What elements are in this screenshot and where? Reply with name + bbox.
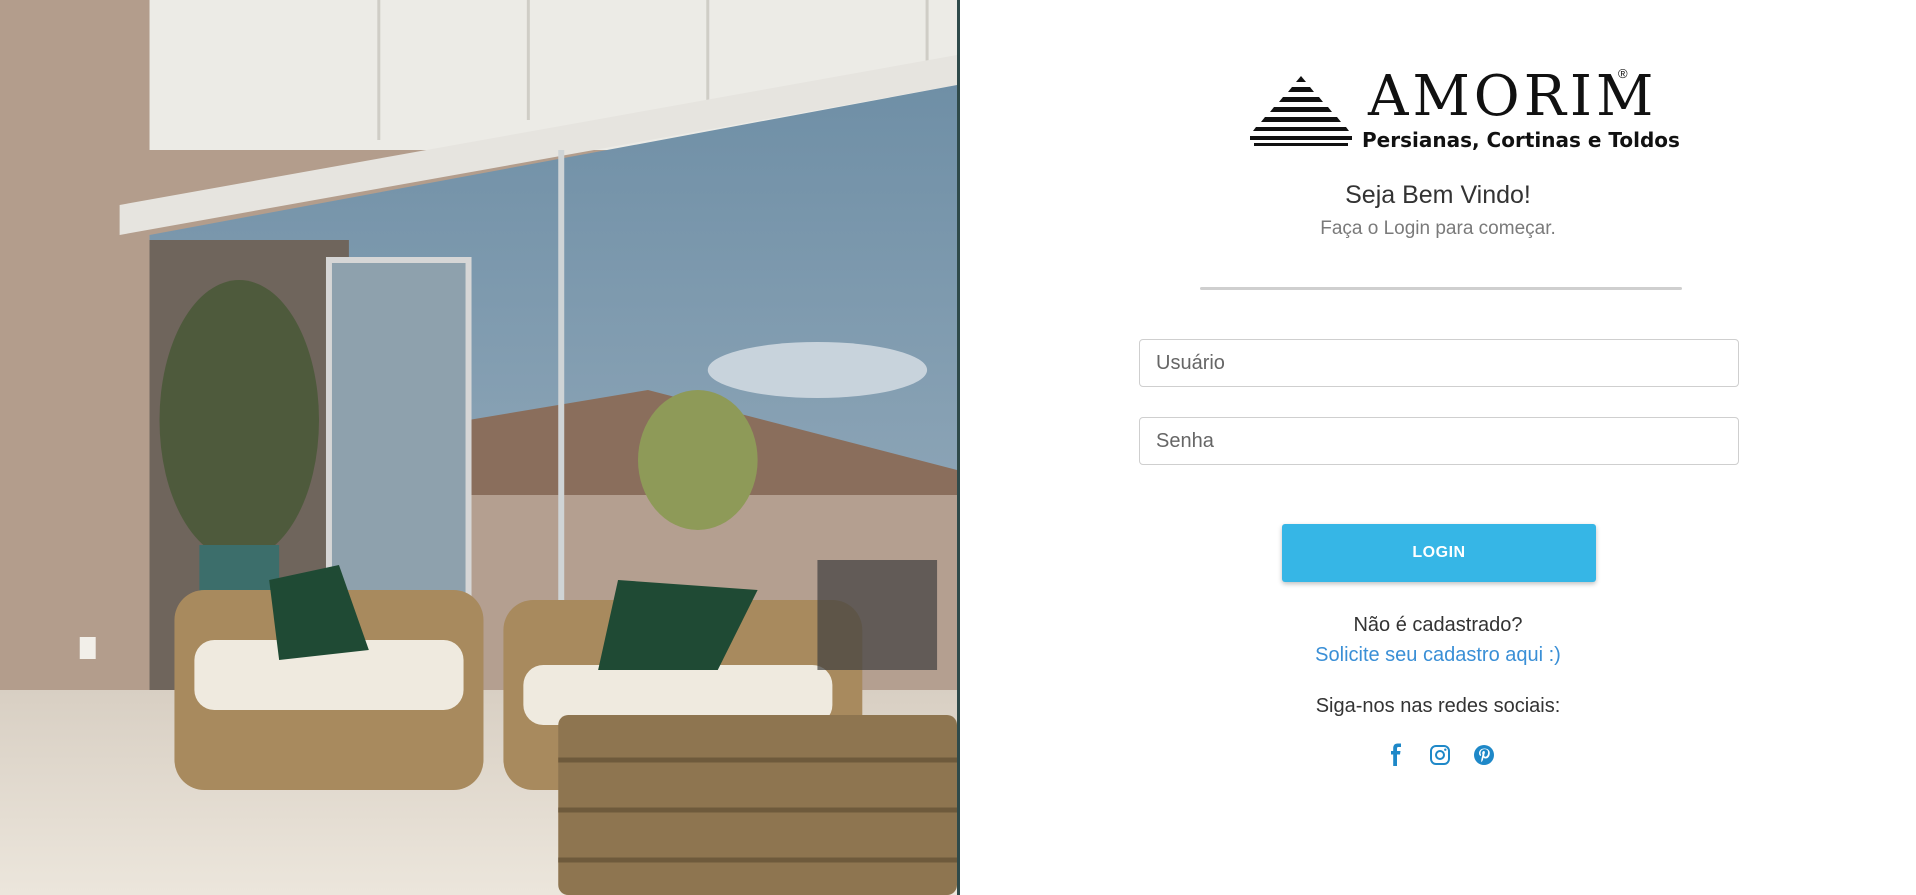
instagram-link[interactable]: [1428, 743, 1452, 767]
hero-photo: [0, 0, 960, 895]
register-link[interactable]: Solicite seu cadastro aqui :): [960, 644, 1916, 667]
brand-logo: AMORIM ® Persianas, Cortinas e Toldos: [1250, 64, 1680, 154]
pinterest-icon: [1474, 745, 1494, 765]
instagram-icon: [1430, 745, 1450, 765]
brand-tagline: Persianas, Cortinas e Toldos: [1362, 128, 1680, 152]
username-input[interactable]: [1139, 339, 1739, 387]
login-panel: AMORIM ® Persianas, Cortinas e Toldos Se…: [960, 0, 1916, 895]
password-input[interactable]: [1139, 417, 1739, 465]
patio-illustration: [0, 0, 957, 895]
facebook-link[interactable]: [1384, 743, 1408, 767]
pyramid-logo-icon: [1250, 76, 1352, 146]
welcome-title: Seja Bem Vindo!: [1345, 181, 1531, 209]
social-heading: Siga-nos nas redes sociais:: [1315, 695, 1561, 717]
facebook-icon: [1391, 743, 1401, 766]
divider: [1200, 287, 1682, 290]
registered-mark: ®: [1618, 66, 1628, 81]
welcome-subtitle: Faça o Login para começar.: [1320, 218, 1556, 239]
not-registered-text: Não é cadastrado?: [1353, 614, 1523, 636]
pinterest-link[interactable]: [1472, 743, 1496, 767]
login-button[interactable]: LOGIN: [1282, 524, 1596, 582]
social-links: [1384, 743, 1496, 771]
brand-name: AMORIM: [1368, 64, 1658, 129]
